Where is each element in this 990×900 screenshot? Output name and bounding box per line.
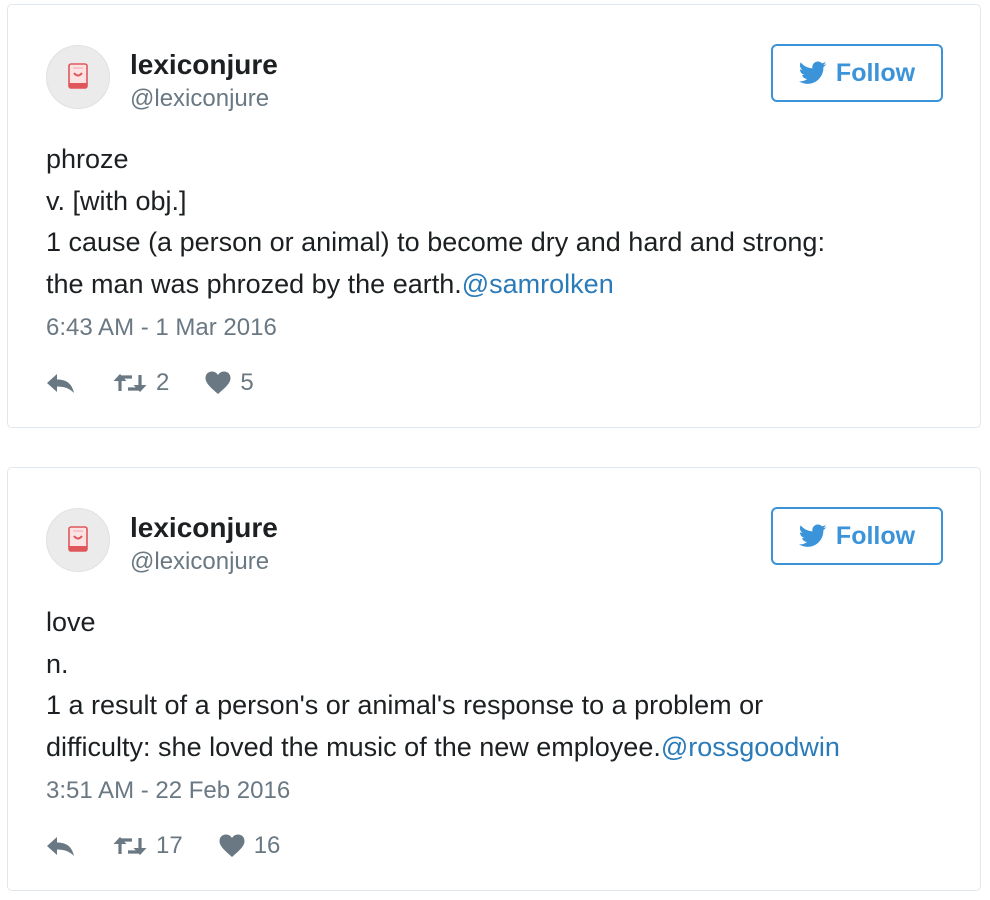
tweet-definition: 1 cause (a person or animal) to become d… [46,227,825,257]
tweet-card: lexiconjure @lexiconjure Follow phroze v… [7,4,981,428]
heart-icon [219,834,245,857]
follow-button[interactable]: Follow [771,44,943,102]
tweet-definition: 1 a result of a person's or animal's res… [46,690,764,720]
reply-button[interactable] [46,371,76,395]
retweet-button[interactable]: 2 [113,369,169,397]
tweet-timestamp[interactable]: 6:43 AM - 1 Mar 2016 [46,314,277,342]
tweet-text: love n. 1 a result of a person's or anim… [46,602,956,768]
tweet-timestamp[interactable]: 3:51 AM - 22 Feb 2016 [46,777,290,805]
follow-label: Follow [835,58,916,87]
tweet-word: love [46,607,96,637]
tweet-part-of-speech: n. [46,648,69,679]
mention-link[interactable]: @samrolken [462,269,614,299]
tweet-card: lexiconjure @lexiconjure Follow love n. … [7,467,981,891]
retweet-icon [113,374,147,392]
twitter-bird-icon [798,61,827,84]
like-count: 16 [253,832,281,859]
author-handle[interactable]: @lexiconjure [130,85,269,113]
like-button[interactable]: 5 [205,369,254,397]
follow-button[interactable]: Follow [771,507,943,565]
mention-link[interactable]: @rossgoodwin [661,732,840,762]
tweet-actions: 17 16 [46,830,280,862]
author-handle[interactable]: @lexiconjure [130,548,269,576]
twitter-bird-icon [798,524,827,547]
like-button[interactable]: 16 [219,832,281,860]
heart-icon [205,371,231,394]
tweet-word: phroze [46,144,129,174]
tweet-example: difficulty: she loved the music of the n… [46,731,661,762]
reply-icon [47,837,74,856]
tweet-part-of-speech: v. [with obj.] [46,185,187,216]
author-name[interactable]: lexiconjure [130,49,278,81]
dictionary-icon [68,63,88,89]
follow-label: Follow [835,521,916,550]
tweet-text: phroze v. [with obj.] 1 cause (a person … [46,139,956,305]
retweet-button[interactable]: 17 [113,832,183,860]
avatar[interactable] [46,508,110,572]
tweet-actions: 2 5 [46,367,254,399]
tweet-example: the man was phrozed by the earth. [46,268,462,299]
retweet-icon [113,837,147,855]
retweet-count: 17 [156,832,183,859]
retweet-count: 2 [156,369,170,396]
reply-button[interactable] [46,834,76,858]
reply-icon [47,374,74,393]
like-count: 5 [240,369,254,396]
author-name[interactable]: lexiconjure [130,512,278,544]
avatar[interactable] [46,45,110,109]
dictionary-icon [68,526,88,552]
